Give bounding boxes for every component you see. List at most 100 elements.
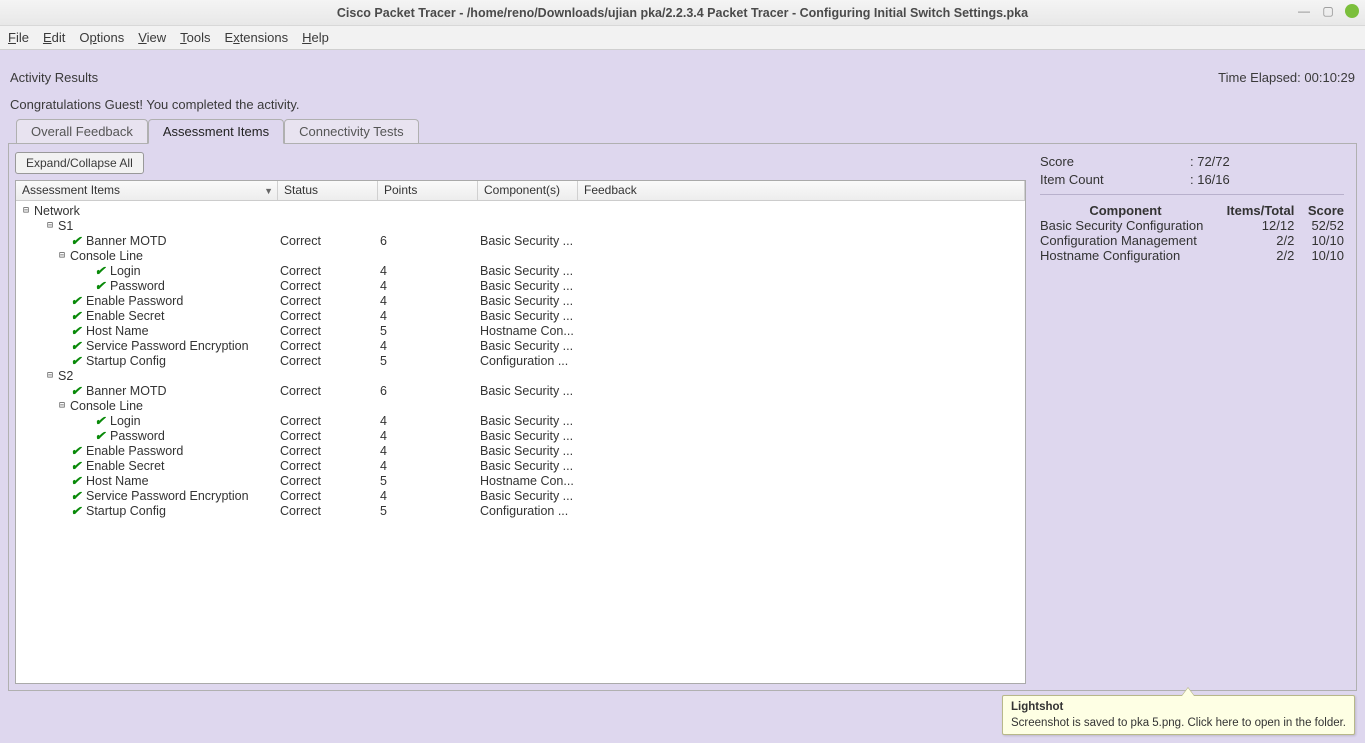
item-count-row: Item Count : 16/16 xyxy=(1040,172,1344,190)
top-info: Activity Results Time Elapsed: 00:10:29 xyxy=(10,70,1355,85)
tree-item-label: Password xyxy=(108,429,165,443)
check-icon: ✔ xyxy=(68,473,84,488)
menu-file[interactable]: File xyxy=(8,30,29,45)
tree-toggle-icon[interactable]: ⊟ xyxy=(20,205,32,216)
menu-tools[interactable]: Tools xyxy=(180,30,210,45)
summary-row: Configuration Management2/210/10 xyxy=(1040,233,1344,248)
tab-bar: Overall Feedback Assessment Items Connec… xyxy=(8,118,1357,143)
window-title: Cisco Packet Tracer - /home/reno/Downloa… xyxy=(0,6,1365,20)
window-titlebar: Cisco Packet Tracer - /home/reno/Downloa… xyxy=(0,0,1365,26)
dropdown-icon: ▼ xyxy=(264,186,273,196)
content-area: Activity Results Time Elapsed: 00:10:29 … xyxy=(0,50,1365,743)
maximize-button[interactable]: ▢ xyxy=(1321,4,1335,18)
score-row: Score : 72/72 xyxy=(1040,154,1344,172)
tree-row[interactable]: ⊟Console Line xyxy=(20,248,1021,263)
tree-item-label: Enable Password xyxy=(84,294,183,308)
col-header-components[interactable]: Component(s) xyxy=(478,181,578,200)
tree-item-label: Host Name xyxy=(84,324,149,338)
tree-row[interactable]: ⊟Network xyxy=(20,203,1021,218)
tree-item-label: Enable Secret xyxy=(84,459,165,473)
col-header-points[interactable]: Points xyxy=(378,181,478,200)
window-controls: — ▢ xyxy=(1297,4,1359,18)
tree-row[interactable]: ✔Enable PasswordCorrect4Basic Security .… xyxy=(20,443,1021,458)
tree-row[interactable]: ✔PasswordCorrect4Basic Security ... xyxy=(20,278,1021,293)
left-column: Expand/Collapse All Assessment Items ▼ S… xyxy=(15,150,1026,684)
menu-options[interactable]: Options xyxy=(79,30,124,45)
col-header-feedback[interactable]: Feedback xyxy=(578,181,1025,200)
tree-toggle-icon[interactable]: ⊟ xyxy=(56,400,68,411)
divider xyxy=(1040,194,1344,195)
congrats-message: Congratulations Guest! You completed the… xyxy=(10,97,1355,112)
tree-row[interactable]: ✔Startup ConfigCorrect5Configuration ... xyxy=(20,353,1021,368)
tooltip-body: Screenshot is saved to pka 5.png. Click … xyxy=(1011,717,1346,729)
tree-item-label: Login xyxy=(108,414,141,428)
tree-item-label: Enable Secret xyxy=(84,309,165,323)
tree-toggle-icon[interactable]: ⊟ xyxy=(56,250,68,261)
menu-bar: File Edit Options View Tools Extensions … xyxy=(0,26,1365,50)
summary-header: Component Items/Total Score xyxy=(1040,203,1344,218)
menu-edit[interactable]: Edit xyxy=(43,30,65,45)
tree-toggle-icon[interactable]: ⊟ xyxy=(44,370,56,381)
check-icon: ✔ xyxy=(68,233,84,248)
activity-results-label: Activity Results xyxy=(10,70,98,85)
tree-row[interactable]: ✔Banner MOTDCorrect6Basic Security ... xyxy=(20,233,1021,248)
tree-row[interactable]: ✔Enable SecretCorrect4Basic Security ... xyxy=(20,458,1021,473)
check-icon: ✔ xyxy=(68,338,84,353)
summary-panel: Score : 72/72 Item Count : 16/16 Compone… xyxy=(1034,150,1350,684)
tree-item-label: Console Line xyxy=(68,399,143,413)
check-icon: ✔ xyxy=(92,278,108,293)
check-icon: ✔ xyxy=(68,488,84,503)
check-icon: ✔ xyxy=(68,323,84,338)
tree-row[interactable]: ✔PasswordCorrect4Basic Security ... xyxy=(20,428,1021,443)
check-icon: ✔ xyxy=(92,413,108,428)
tab-assessment-items[interactable]: Assessment Items xyxy=(148,119,284,144)
tree-row[interactable]: ✔LoginCorrect4Basic Security ... xyxy=(20,413,1021,428)
lightshot-tooltip[interactable]: Lightshot Screenshot is saved to pka 5.p… xyxy=(1002,695,1355,735)
tree-row[interactable]: ✔LoginCorrect4Basic Security ... xyxy=(20,263,1021,278)
tree-row[interactable]: ✔Host NameCorrect5Hostname Con... xyxy=(20,473,1021,488)
tree-row[interactable]: ✔Service Password EncryptionCorrect4Basi… xyxy=(20,338,1021,353)
check-icon: ✔ xyxy=(68,293,84,308)
summary-row: Basic Security Configuration12/1252/52 xyxy=(1040,218,1344,233)
tooltip-title: Lightshot xyxy=(1011,701,1346,713)
tree-row[interactable]: ✔Startup ConfigCorrect5Configuration ... xyxy=(20,503,1021,518)
tab-overall-feedback[interactable]: Overall Feedback xyxy=(16,119,148,144)
tree-item-label: Console Line xyxy=(68,249,143,263)
check-icon: ✔ xyxy=(68,383,84,398)
menu-view[interactable]: View xyxy=(138,30,166,45)
col-header-status[interactable]: Status xyxy=(278,181,378,200)
close-button[interactable] xyxy=(1345,4,1359,18)
tree-item-label: S1 xyxy=(56,219,73,233)
tree-row[interactable]: ⊟S2 xyxy=(20,368,1021,383)
check-icon: ✔ xyxy=(68,503,84,518)
tree-row[interactable]: ✔Enable SecretCorrect4Basic Security ... xyxy=(20,308,1021,323)
tree-item-label: Host Name xyxy=(84,474,149,488)
tree-row[interactable]: ⊟Console Line xyxy=(20,398,1021,413)
tree-body: ⊟Network ⊟S1 ✔Banner MOTDCorrect6Basic S… xyxy=(16,201,1025,520)
menu-extensions[interactable]: Extensions xyxy=(225,30,289,45)
tree-row[interactable]: ✔Host NameCorrect5Hostname Con... xyxy=(20,323,1021,338)
time-elapsed: Time Elapsed: 00:10:29 xyxy=(1218,70,1355,85)
tree-item-label: Startup Config xyxy=(84,504,166,518)
tree-toggle-icon[interactable]: ⊟ xyxy=(44,220,56,231)
tree-row[interactable]: ✔Banner MOTDCorrect6Basic Security ... xyxy=(20,383,1021,398)
menu-help[interactable]: Help xyxy=(302,30,329,45)
tree-row[interactable]: ⊟S1 xyxy=(20,218,1021,233)
expand-collapse-button[interactable]: Expand/Collapse All xyxy=(15,152,144,174)
tab-connectivity-tests[interactable]: Connectivity Tests xyxy=(284,119,419,144)
check-icon: ✔ xyxy=(68,443,84,458)
minimize-button[interactable]: — xyxy=(1297,4,1311,18)
tree-item-label: Network xyxy=(32,204,80,218)
check-icon: ✔ xyxy=(68,458,84,473)
check-icon: ✔ xyxy=(68,308,84,323)
tree-row[interactable]: ✔Enable PasswordCorrect4Basic Security .… xyxy=(20,293,1021,308)
summary-rows: Basic Security Configuration12/1252/52Co… xyxy=(1040,218,1344,263)
tree-header: Assessment Items ▼ Status Points Compone… xyxy=(16,181,1025,201)
check-icon: ✔ xyxy=(92,428,108,443)
summary-row: Hostname Configuration2/210/10 xyxy=(1040,248,1344,263)
tree-row[interactable]: ✔Service Password EncryptionCorrect4Basi… xyxy=(20,488,1021,503)
col-header-assessment[interactable]: Assessment Items ▼ xyxy=(16,181,278,200)
assessment-panel: Expand/Collapse All Assessment Items ▼ S… xyxy=(8,143,1357,691)
tree-item-label: Startup Config xyxy=(84,354,166,368)
check-icon: ✔ xyxy=(92,263,108,278)
